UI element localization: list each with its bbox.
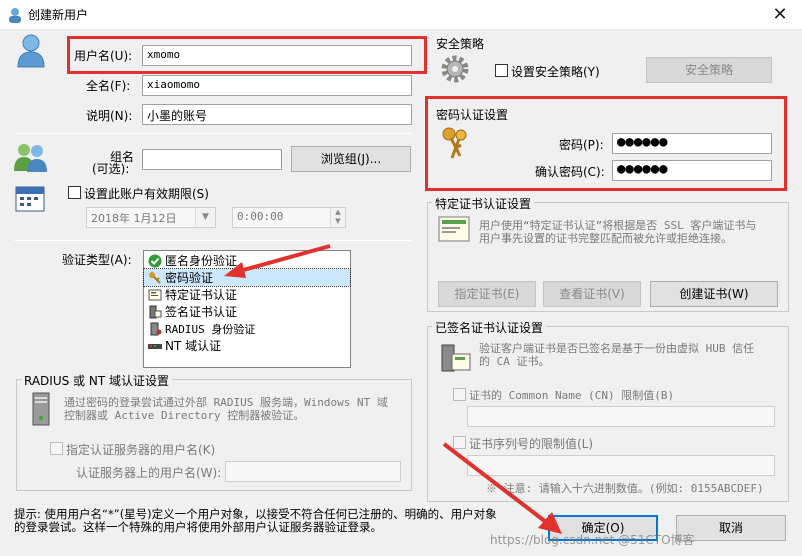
cn-limit-input[interactable] bbox=[467, 406, 775, 427]
radius-server-icon bbox=[150, 322, 162, 335]
specific-cert-description-2: 用户事先设置的证书完整匹配而被允许或拒绝连接。 bbox=[479, 232, 732, 245]
group-optional-label: (可选): bbox=[92, 162, 130, 176]
password-input[interactable]: ●●●●●● bbox=[612, 133, 772, 154]
check-circle-icon bbox=[148, 254, 162, 267]
username-label: 用户名(U): bbox=[74, 49, 133, 63]
time-spinner[interactable]: ▲ ▼ bbox=[330, 208, 345, 227]
time-picker[interactable]: 0:00:00 bbox=[232, 207, 346, 228]
password-label: 密码(P): bbox=[559, 138, 604, 152]
date-dropdown-icon[interactable]: ▼ bbox=[195, 208, 215, 227]
auth-type-label: 验证类型(A): bbox=[62, 253, 132, 267]
separator bbox=[14, 240, 412, 241]
annotation-arrow-ok bbox=[442, 442, 562, 534]
close-icon[interactable]: ✕ bbox=[768, 3, 792, 27]
expiration-checkbox[interactable] bbox=[68, 186, 81, 199]
hint-text-2: 的登录尝试。这样一个特殊的用户将使用外部用户认证服务器验证登录。 bbox=[14, 520, 382, 534]
separator bbox=[14, 133, 412, 134]
security-policy-title: 安全策略 bbox=[436, 37, 485, 51]
expiration-label: 设置此账户有效期限(S) bbox=[84, 187, 209, 201]
security-policy-checkbox[interactable] bbox=[495, 64, 508, 77]
radius-specify-user-label: 指定认证服务器的用户名(K) bbox=[66, 443, 216, 457]
nt-domain-icon bbox=[148, 343, 162, 349]
certificate-icon bbox=[148, 289, 162, 300]
server-icon bbox=[30, 392, 52, 426]
security-policy-checkbox-label: 设置安全策略(Y) bbox=[511, 65, 600, 79]
keys-icon bbox=[440, 126, 470, 162]
radius-server-user-input[interactable] bbox=[225, 461, 401, 482]
window-title: 创建新用户 bbox=[28, 8, 89, 22]
confirm-password-input[interactable]: ●●●●●● bbox=[612, 160, 772, 181]
radius-server-user-label: 认证服务器上的用户名(W): bbox=[76, 466, 222, 480]
date-value: 2018年 1月12日 bbox=[91, 212, 177, 225]
user-icon bbox=[16, 34, 46, 68]
title-bar bbox=[0, 0, 802, 30]
browse-group-button[interactable]: 浏览组(J)... bbox=[291, 146, 411, 172]
fullname-input[interactable]: xiaomomo bbox=[142, 75, 412, 96]
signed-certificate-icon bbox=[440, 344, 472, 372]
gear-icon bbox=[440, 54, 470, 84]
cn-limit-label: 证书的 Common Name (CN) 限制值(B) bbox=[469, 389, 675, 402]
key-icon bbox=[149, 271, 161, 284]
password-group-title: 密码认证设置 bbox=[436, 108, 509, 122]
signed-certificate-icon bbox=[149, 305, 162, 318]
calendar-icon bbox=[14, 182, 48, 214]
security-policy-button[interactable]: 安全策略 bbox=[646, 57, 772, 83]
create-cert-button[interactable]: 创建证书(W) bbox=[650, 281, 778, 307]
annotation-arrow-password bbox=[224, 244, 331, 278]
username-input[interactable]: xmomo bbox=[142, 45, 412, 66]
view-cert-button[interactable]: 查看证书(V) bbox=[543, 281, 641, 307]
confirm-password-label: 确认密码(C): bbox=[535, 165, 605, 179]
cn-limit-checkbox[interactable] bbox=[453, 388, 466, 401]
watermark: https://blog.csdn.net @51CTO博客 bbox=[490, 533, 695, 547]
app-icon bbox=[8, 7, 22, 23]
fullname-label: 全名(F): bbox=[86, 79, 131, 93]
specify-cert-button[interactable]: 指定证书(E) bbox=[438, 281, 536, 307]
auth-specific-cert-item[interactable]: 特定证书认证 bbox=[144, 286, 350, 303]
certificate-icon bbox=[438, 216, 470, 242]
signed-cert-description-2: 的 CA 证书。 bbox=[479, 355, 550, 368]
radius-specify-user-checkbox[interactable] bbox=[50, 442, 63, 455]
radius-group-title: RADIUS 或 NT 域认证设置 bbox=[21, 372, 172, 389]
specific-cert-group-title: 特定证书认证设置 bbox=[432, 195, 535, 212]
signed-cert-group-title: 已签名证书认证设置 bbox=[432, 319, 547, 336]
description-label: 说明(N): bbox=[86, 109, 133, 123]
auth-signed-cert-item[interactable]: 签名证书认证 bbox=[144, 303, 350, 320]
group-input[interactable] bbox=[142, 149, 282, 170]
auth-radius-item[interactable]: RADIUS 身份验证 bbox=[144, 320, 350, 337]
group-icon bbox=[14, 142, 48, 172]
auth-nt-domain-item[interactable]: NT 域认证 bbox=[144, 337, 350, 354]
description-input[interactable]: 小墨的账号 bbox=[142, 104, 412, 125]
time-value: 0:00:00 bbox=[237, 210, 284, 223]
radius-description-2: 控制器或 Active Directory 控制器被验证。 bbox=[64, 409, 305, 422]
